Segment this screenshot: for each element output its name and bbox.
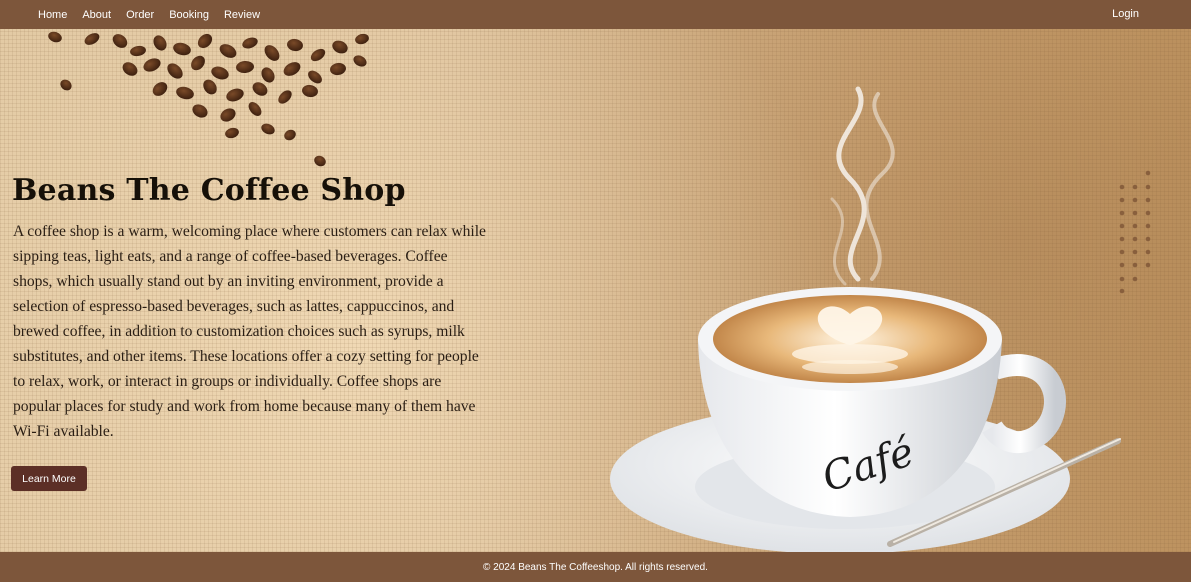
coffee-cup-image: Café (610, 86, 1121, 552)
nav-review-link[interactable]: Review (224, 9, 260, 21)
footer: © 2024 Beans The Coffeeshop. All rights … (0, 552, 1191, 582)
learn-more-button[interactable]: Learn More (11, 466, 87, 491)
nav-about-link[interactable]: About (82, 9, 111, 21)
hero-description: A coffee shop is a warm, welcoming place… (13, 223, 486, 440)
coffee-beans-image (48, 31, 369, 167)
footer-copyright: © 2024 Beans The Coffeeshop. All rights … (483, 561, 708, 573)
hero-section: Café Beans The Coffee Shop A coffee shop… (0, 29, 1191, 552)
nav-order-link[interactable]: Order (126, 9, 154, 21)
nav-links: Home About Order Booking Review (38, 9, 275, 21)
nav-booking-link[interactable]: Booking (169, 9, 209, 21)
top-navbar: Home About Order Booking Review Login (0, 0, 1191, 29)
hero-title: Beans The Coffee Shop (12, 173, 406, 208)
login-link[interactable]: Login (1112, 8, 1139, 20)
nav-home-link[interactable]: Home (38, 9, 67, 21)
